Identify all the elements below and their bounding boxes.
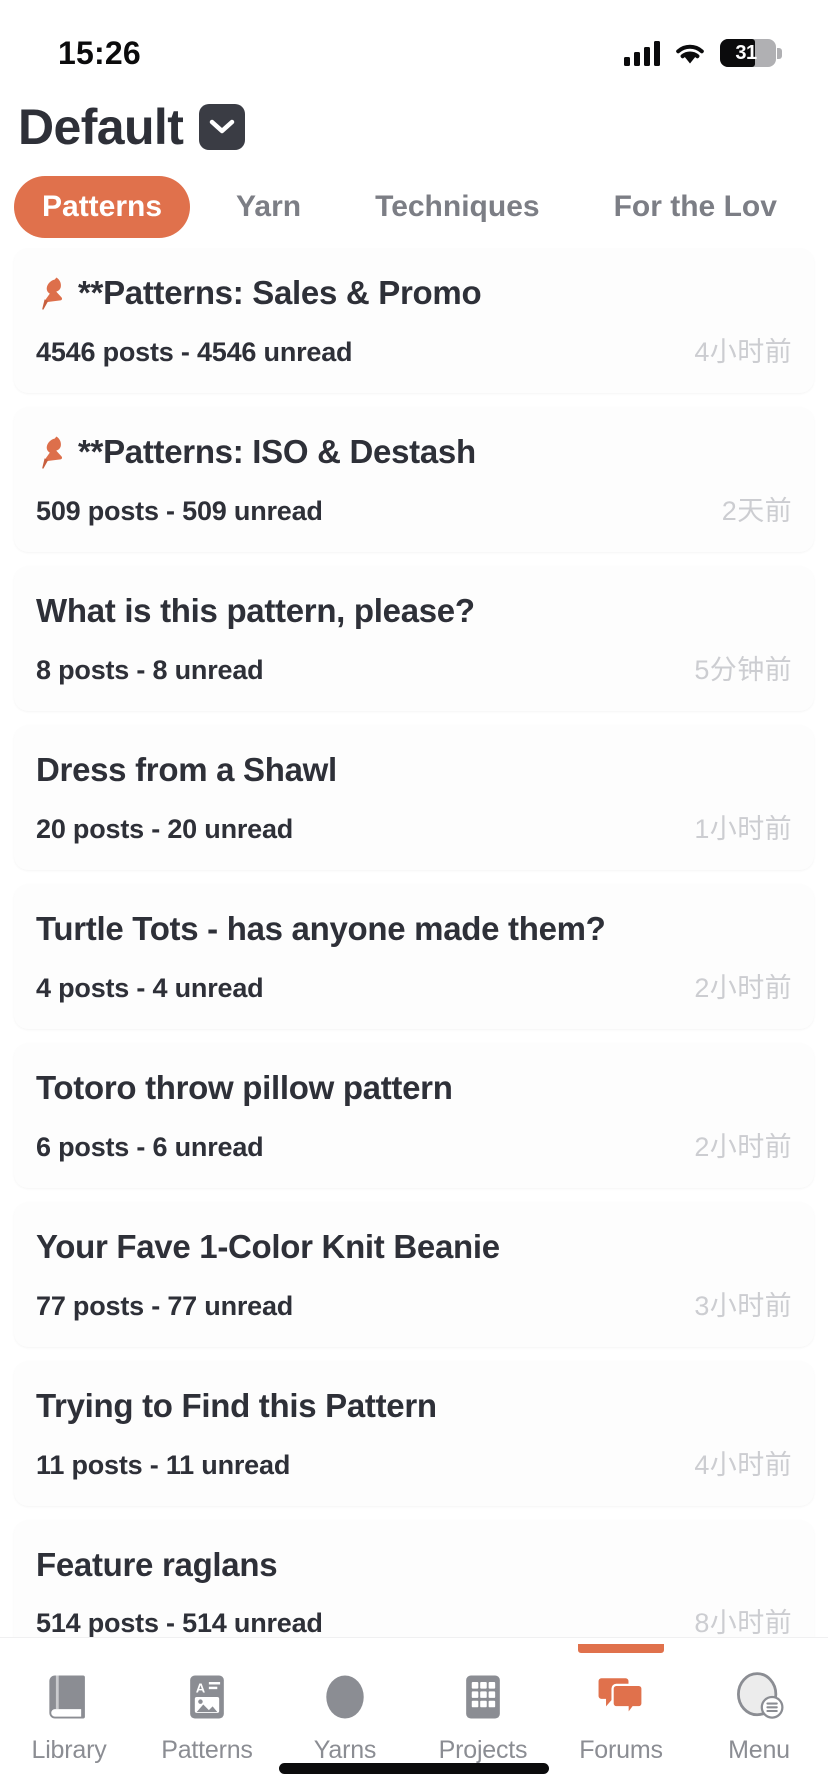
thread-title-row: Trying to Find this Pattern — [36, 1387, 792, 1425]
thread-meta: 4546 posts - 4546 unread 4小时前 — [36, 330, 792, 369]
app-screen: 15:26 31 Default Patterns Yarn Technique… — [0, 0, 828, 1792]
thread-card[interactable]: **Patterns: ISO & Destash 509 posts - 509… — [14, 406, 814, 552]
svg-text:A: A — [196, 1680, 206, 1695]
thread-meta: 4 posts - 4 unread 2小时前 — [36, 966, 792, 1005]
nav-item-projects[interactable]: Projects — [414, 1644, 552, 1765]
thread-title-row: Your Fave 1-Color Knit Beanie — [36, 1228, 792, 1266]
forum-selector[interactable]: Default — [18, 99, 246, 155]
wifi-icon — [676, 44, 704, 63]
status-indicators: 31 — [624, 39, 782, 67]
thread-title-row: Turtle Tots - has anyone made them? — [36, 910, 792, 948]
thread-timestamp: 5分钟前 — [694, 654, 792, 685]
book-icon — [38, 1666, 100, 1728]
category-tabs[interactable]: Patterns Yarn Techniques For the Lov — [0, 166, 828, 248]
nav-label: Yarns — [313, 1736, 377, 1764]
thread-title: Trying to Find this Pattern — [36, 1386, 437, 1424]
home-indicator — [279, 1763, 549, 1774]
tab-for-the-lov[interactable]: For the Lov — [586, 176, 805, 238]
status-bar: 15:26 31 — [0, 0, 828, 88]
thread-title: Your Fave 1-Color Knit Beanie — [36, 1227, 500, 1265]
thread-card[interactable]: Totoro throw pillow pattern 6 posts - 6 u… — [14, 1042, 814, 1188]
page-header: Default — [0, 88, 828, 166]
thread-meta: 8 posts - 8 unread 5分钟前 — [36, 648, 792, 687]
thread-timestamp: 2小时前 — [694, 1131, 792, 1162]
nav-label: Menu — [728, 1736, 790, 1764]
thread-post-counts: 509 posts - 509 unread — [36, 495, 323, 526]
nav-item-patterns[interactable]: A Patterns — [138, 1644, 276, 1765]
thread-title-row: **Patterns: ISO & Destash — [36, 433, 792, 471]
status-time: 15:26 — [58, 34, 141, 71]
nav-label: Projects — [438, 1736, 528, 1764]
thread-post-counts: 6 posts - 6 unread — [36, 1131, 264, 1162]
thread-title-row: **Patterns: Sales & Promo — [36, 274, 792, 312]
thread-meta: 11 posts - 11 unread 4小时前 — [36, 1443, 792, 1482]
battery-icon: 31 — [720, 39, 782, 67]
tab-patterns[interactable]: Patterns — [14, 176, 191, 238]
thread-title-row: What is this pattern, please? — [36, 592, 792, 630]
nav-item-forums[interactable]: Forums — [552, 1644, 690, 1765]
thread-post-counts: 11 posts - 11 unread — [36, 1449, 291, 1480]
thread-card[interactable]: Your Fave 1-Color Knit Beanie 77 posts - … — [14, 1201, 814, 1347]
nav-item-library[interactable]: Library — [0, 1644, 138, 1765]
grid-projects-icon — [452, 1666, 514, 1728]
nav-label: Library — [31, 1736, 107, 1764]
pattern-card-icon: A — [176, 1666, 238, 1728]
thread-meta: 77 posts - 77 unread 3小时前 — [36, 1284, 792, 1323]
thread-timestamp: 4小时前 — [694, 336, 792, 367]
thread-meta: 20 posts - 20 unread 1小时前 — [36, 807, 792, 846]
speech-bubbles-icon — [590, 1666, 652, 1728]
tab-yarn[interactable]: Yarn — [208, 176, 329, 238]
thread-timestamp: 3小时前 — [694, 1290, 792, 1321]
thread-card[interactable]: Dress from a Shawl 20 posts - 20 unread 1小… — [14, 724, 814, 870]
nav-label: Patterns — [161, 1736, 253, 1764]
battery-percent-label: 31 — [735, 41, 757, 64]
thread-title-row: Totoro throw pillow pattern — [36, 1069, 792, 1107]
thread-title: Dress from a Shawl — [36, 750, 337, 788]
yarn-ball-icon — [314, 1666, 376, 1728]
thread-post-counts: 20 posts - 20 unread — [36, 813, 294, 844]
thread-card[interactable]: **Patterns: Sales & Promo 4546 posts - 45… — [14, 248, 814, 393]
thread-card[interactable]: Turtle Tots - has anyone made them? 4 pos… — [14, 883, 814, 1029]
thread-timestamp: 2天前 — [721, 495, 792, 526]
thread-post-counts: 77 posts - 77 unread — [36, 1290, 294, 1321]
thread-title-row: Feature raglans — [36, 1546, 792, 1584]
thread-timestamp: 8小时前 — [694, 1608, 792, 1637]
nav-item-yarns[interactable]: Yarns — [276, 1644, 414, 1765]
thread-title: Turtle Tots - has anyone made them? — [36, 909, 606, 947]
page-title: Default — [18, 99, 184, 155]
tab-techniques[interactable]: Techniques — [347, 176, 567, 238]
thread-card[interactable]: What is this pattern, please? 8 posts - 8… — [14, 565, 814, 711]
thread-post-counts: 8 posts - 8 unread — [36, 654, 264, 685]
thread-timestamp: 2小时前 — [694, 972, 792, 1003]
thread-meta: 514 posts - 514 unread 8小时前 — [36, 1601, 792, 1637]
nav-label: Forums — [579, 1736, 663, 1764]
cellular-signal-icon — [624, 40, 660, 66]
pushpin-icon — [36, 275, 68, 311]
thread-card[interactable]: Feature raglans 514 posts - 514 unread 8小时… — [14, 1519, 814, 1637]
thread-title: Feature raglans — [36, 1545, 278, 1583]
thread-post-counts: 514 posts - 514 unread — [36, 1608, 323, 1637]
active-tab-indicator — [578, 1644, 664, 1653]
thread-timestamp: 4小时前 — [694, 1449, 792, 1480]
thread-meta: 509 posts - 509 unread 2天前 — [36, 489, 792, 528]
avatar-menu-icon — [728, 1666, 790, 1728]
nav-item-menu[interactable]: Menu — [690, 1644, 828, 1765]
pushpin-icon — [36, 434, 68, 470]
thread-post-counts: 4546 posts - 4546 unread — [36, 336, 353, 367]
thread-post-counts: 4 posts - 4 unread — [36, 972, 264, 1003]
thread-title: What is this pattern, please? — [36, 591, 475, 629]
thread-card[interactable]: Trying to Find this Pattern 11 posts - 11… — [14, 1360, 814, 1506]
thread-meta: 6 posts - 6 unread 2小时前 — [36, 1125, 792, 1164]
thread-title-row: Dress from a Shawl — [36, 751, 792, 789]
thread-list[interactable]: **Patterns: Sales & Promo 4546 posts - 45… — [0, 248, 828, 1637]
thread-title: **Patterns: ISO & Destash — [78, 432, 476, 470]
thread-title: Totoro throw pillow pattern — [36, 1068, 453, 1106]
thread-title: **Patterns: Sales & Promo — [78, 274, 482, 311]
chevron-down-icon[interactable] — [199, 104, 246, 150]
thread-timestamp: 1小时前 — [694, 813, 792, 844]
